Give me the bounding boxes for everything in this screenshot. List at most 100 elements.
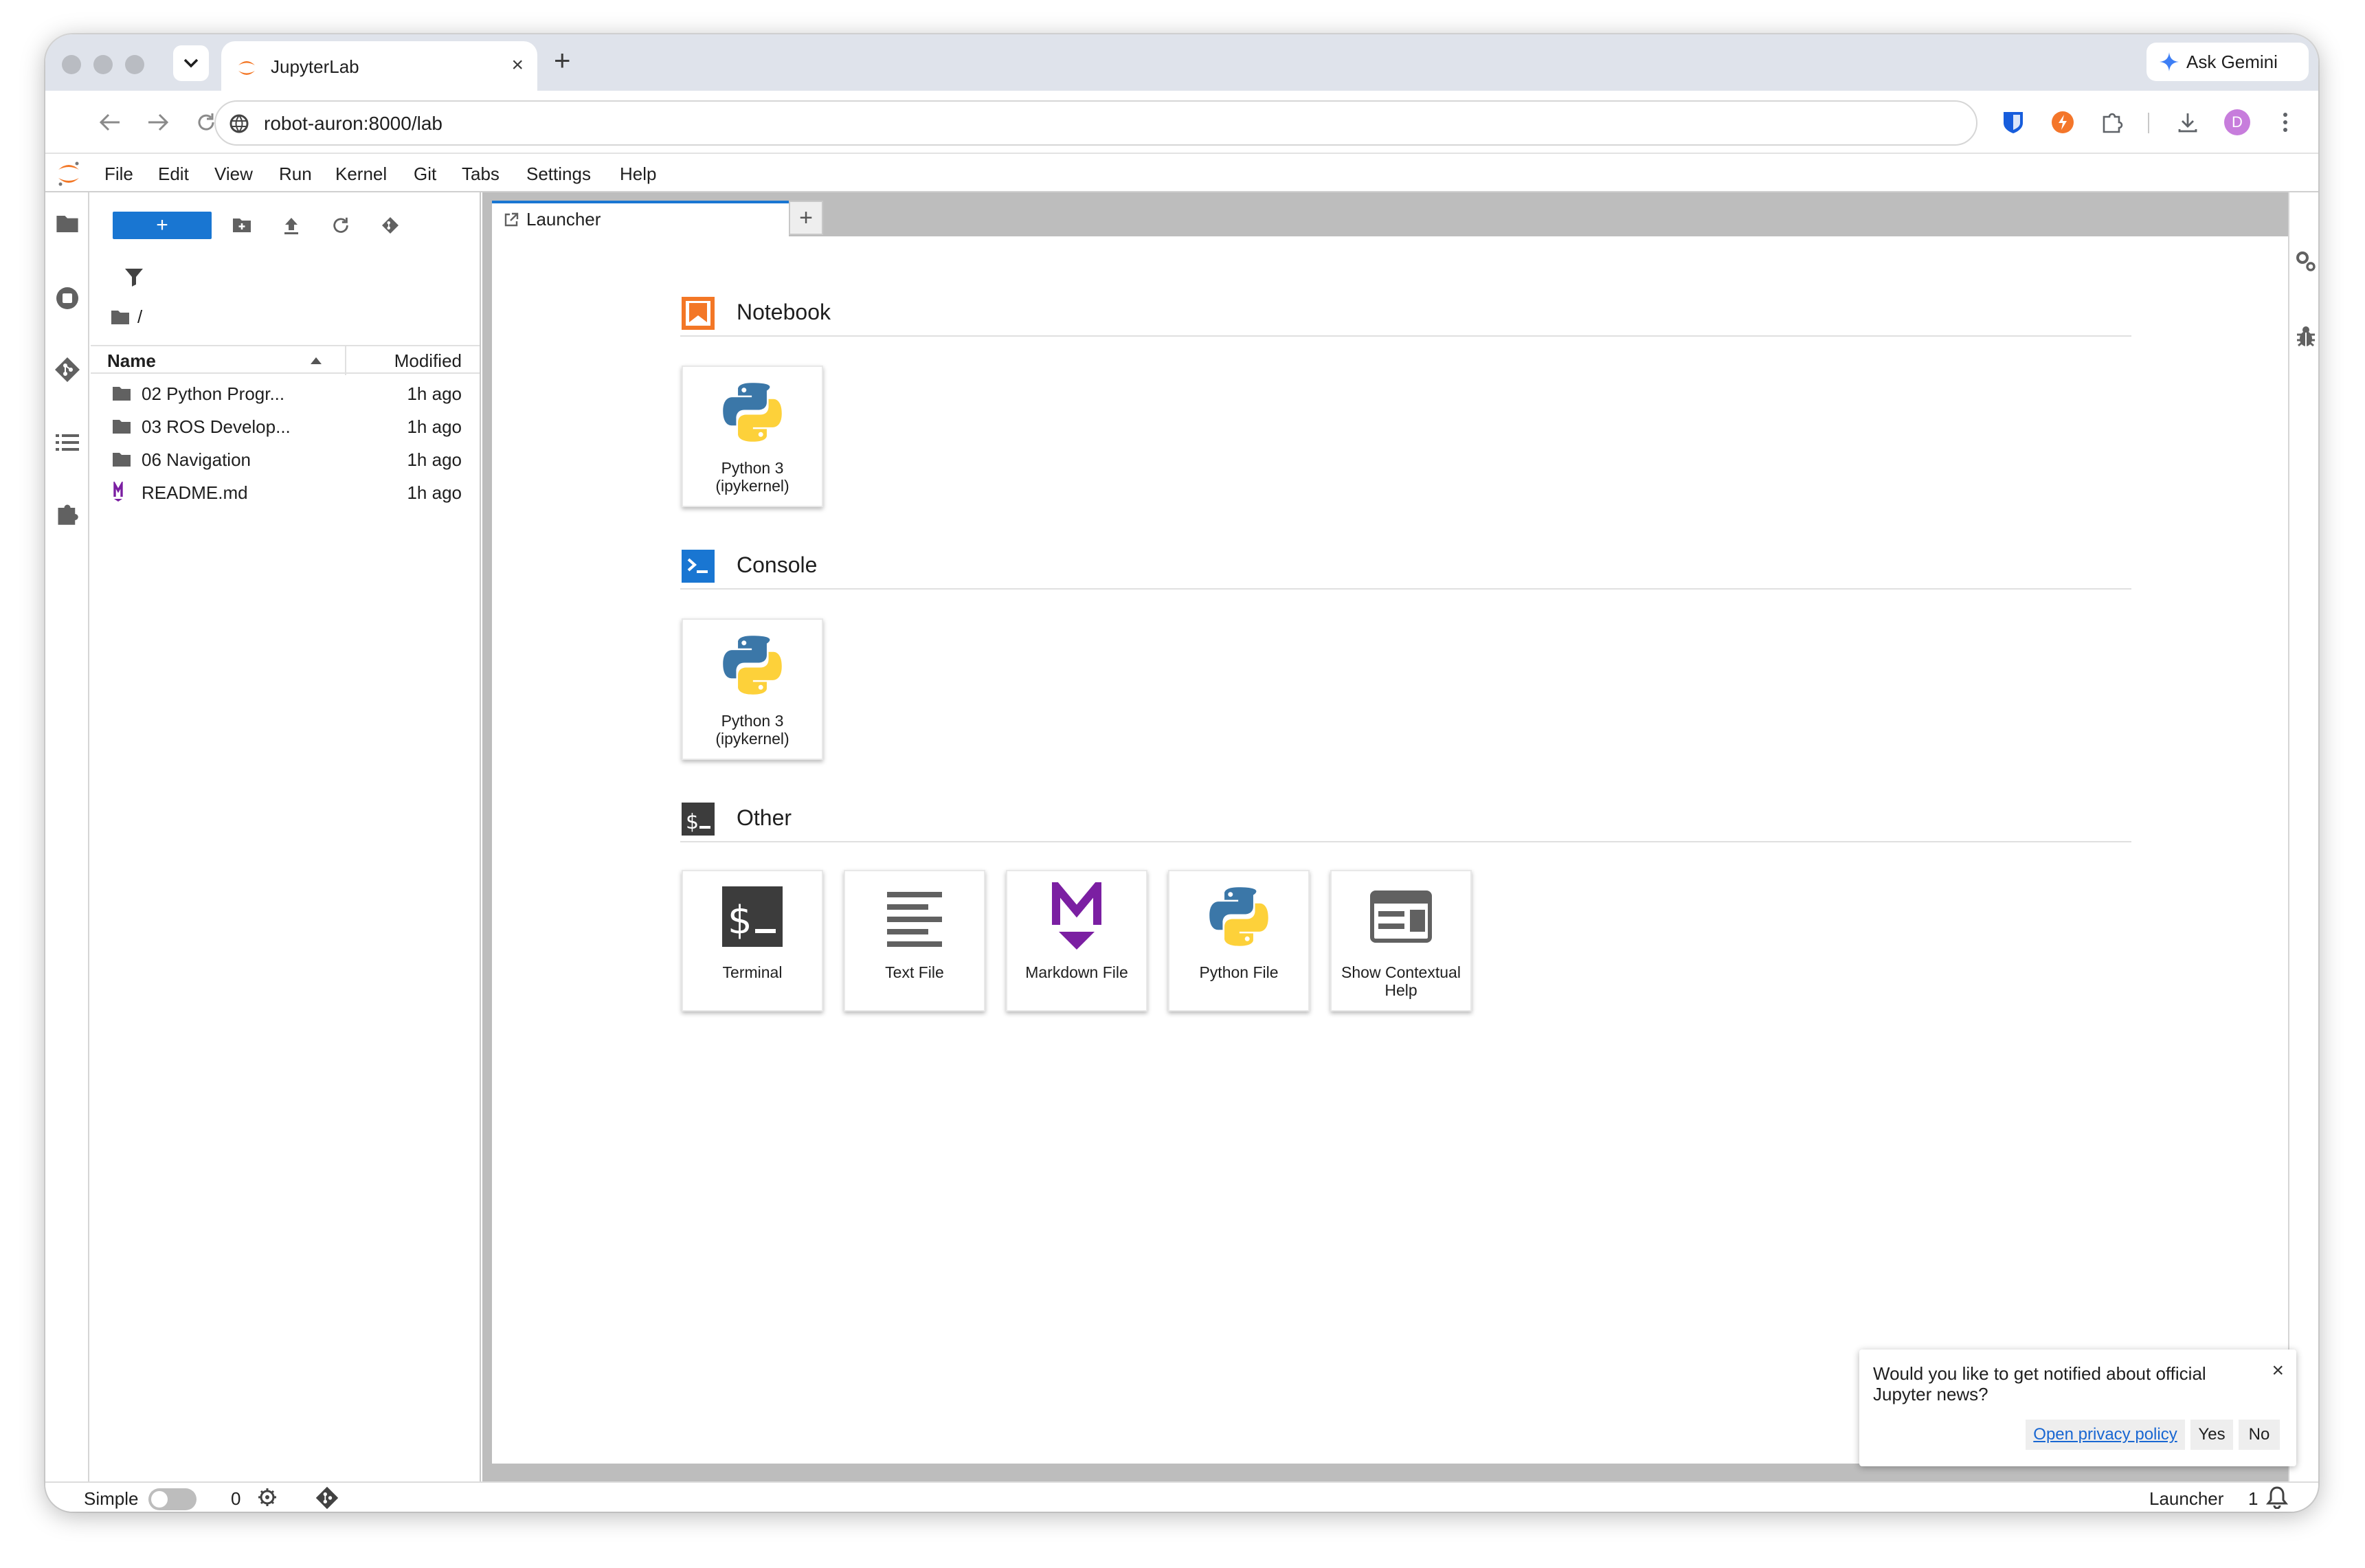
- dock-tab-bar: Launcher +: [482, 192, 2288, 236]
- terminal-card[interactable]: $ Terminal: [682, 870, 823, 1011]
- notification-count[interactable]: 1: [2248, 1488, 2258, 1510]
- refresh-icon[interactable]: [327, 212, 355, 239]
- close-tab-icon[interactable]: ×: [511, 54, 524, 77]
- launcher-panel: Notebook Python 3 (ipykernel) Console Py…: [492, 236, 2311, 1464]
- column-divider[interactable]: [345, 346, 346, 375]
- forward-arrow-icon[interactable]: [142, 106, 175, 139]
- file-browser-panel: + / Name Modified 02 Python Progr... 1h: [91, 192, 481, 1481]
- file-name: README.md: [142, 482, 248, 503]
- file-row[interactable]: 03 ROS Develop... 1h ago: [91, 410, 480, 443]
- breadcrumb-root[interactable]: /: [137, 306, 142, 328]
- browser-tab-jupyterlab[interactable]: JupyterLab ×: [221, 41, 537, 91]
- close-notification-icon[interactable]: ×: [2272, 1359, 2284, 1382]
- menu-view[interactable]: View: [214, 164, 253, 185]
- property-inspector-gears-icon[interactable]: [2292, 247, 2318, 275]
- new-folder-icon[interactable]: [228, 212, 256, 239]
- new-launcher-button[interactable]: +: [113, 212, 212, 239]
- close-window-dot[interactable]: [62, 55, 81, 74]
- card-label: Python File: [1199, 963, 1279, 981]
- ask-gemini-label: Ask Gemini: [2186, 51, 2278, 72]
- file-browser-folder-icon[interactable]: [54, 210, 81, 238]
- card-label: Markdown File: [1025, 963, 1128, 981]
- notification-yes-button[interactable]: Yes: [2190, 1420, 2233, 1450]
- menu-edit[interactable]: Edit: [158, 164, 189, 185]
- column-modified-header[interactable]: Modified: [394, 350, 462, 372]
- right-sidebar: [2288, 192, 2318, 1481]
- address-bar[interactable]: robot-auron:8000/lab: [214, 100, 1977, 146]
- notebook-python3-card[interactable]: Python 3 (ipykernel): [682, 366, 823, 507]
- folder-icon: [111, 451, 132, 469]
- jupyter-favicon-icon: [238, 61, 255, 75]
- tab-launcher[interactable]: Launcher: [492, 201, 789, 236]
- extension-orange-icon[interactable]: [2048, 107, 2078, 137]
- svg-text:$: $: [686, 810, 699, 834]
- url-text: robot-auron:8000/lab: [264, 113, 442, 134]
- browser-tab-strip: JupyterLab × + Ask Gemini: [45, 34, 2318, 91]
- simple-mode-toggle[interactable]: [148, 1488, 197, 1510]
- git-clone-icon[interactable]: [377, 212, 404, 239]
- extension-manager-puzzle-icon[interactable]: [54, 500, 81, 528]
- menu-tabs[interactable]: Tabs: [462, 164, 500, 185]
- minimize-window-dot[interactable]: [93, 55, 113, 74]
- table-of-contents-icon[interactable]: [54, 429, 81, 456]
- menu-file[interactable]: File: [104, 164, 133, 185]
- password-manager-icon[interactable]: [1998, 107, 2028, 137]
- markdown-file-card[interactable]: Markdown File: [1006, 870, 1147, 1011]
- text-file-card[interactable]: Text File: [844, 870, 985, 1011]
- menu-run[interactable]: Run: [279, 164, 312, 185]
- new-launcher-tab-button[interactable]: +: [789, 201, 823, 235]
- other-section-header: $ Other: [680, 797, 2131, 842]
- site-info-icon[interactable]: [228, 113, 250, 135]
- notification-message: Would you like to get notified about off…: [1873, 1363, 2206, 1404]
- menu-help[interactable]: Help: [620, 164, 656, 185]
- debugger-bug-icon[interactable]: [2292, 323, 2318, 350]
- running-kernels-count[interactable]: 0: [231, 1488, 240, 1510]
- file-modified: 1h ago: [407, 449, 462, 470]
- toolbar-divider: [2148, 113, 2149, 133]
- breadcrumb-folder-icon[interactable]: [110, 309, 131, 326]
- ask-gemini-button[interactable]: Ask Gemini: [2147, 43, 2309, 81]
- file-row[interactable]: 06 Navigation 1h ago: [91, 443, 480, 475]
- active-tab-label: Launcher: [2149, 1488, 2224, 1509]
- filter-icon[interactable]: [122, 265, 146, 289]
- contextual-help-card[interactable]: Show Contextual Help: [1330, 870, 1472, 1011]
- notification-no-button[interactable]: No: [2239, 1420, 2280, 1450]
- terminal-icon: $: [717, 881, 788, 952]
- extensions-puzzle-icon[interactable]: [2097, 107, 2127, 137]
- upload-icon[interactable]: [278, 212, 305, 239]
- jupyter-menubar: File Edit View Run Kernel Git Tabs Setti…: [45, 154, 2318, 192]
- browser-menu-icon[interactable]: [2270, 107, 2300, 137]
- new-tab-button[interactable]: +: [554, 44, 571, 77]
- notebook-section-title: Notebook: [737, 300, 831, 324]
- chevron-down-icon: [183, 58, 199, 68]
- python-icon: [717, 377, 788, 448]
- tab-search-button[interactable]: [173, 45, 209, 81]
- card-label: Show Contextual Help: [1341, 963, 1461, 999]
- console-section-title: Console: [737, 552, 818, 577]
- maximize-window-dot[interactable]: [125, 55, 144, 74]
- file-row[interactable]: README.md 1h ago: [91, 475, 480, 508]
- python-file-card[interactable]: Python File: [1168, 870, 1310, 1011]
- other-icon: $: [682, 803, 715, 836]
- column-name-header[interactable]: Name: [107, 350, 156, 372]
- file-row[interactable]: 02 Python Progr... 1h ago: [91, 377, 480, 410]
- console-python3-card[interactable]: Python 3 (ipykernel): [682, 618, 823, 760]
- notification-bell-icon[interactable]: [2265, 1486, 2289, 1512]
- file-name: 02 Python Progr...: [142, 383, 285, 404]
- git-icon[interactable]: [54, 356, 81, 383]
- privacy-policy-link[interactable]: Open privacy policy: [2033, 1425, 2177, 1444]
- menu-settings[interactable]: Settings: [526, 164, 591, 185]
- toggle-knob: [151, 1491, 168, 1508]
- breadcrumb: /: [110, 306, 142, 328]
- markdown-icon: [1041, 881, 1112, 952]
- open-privacy-policy-button[interactable]: Open privacy policy: [2026, 1420, 2185, 1450]
- back-arrow-icon[interactable]: [93, 106, 126, 139]
- kernel-gear-icon[interactable]: [257, 1487, 278, 1512]
- menu-git[interactable]: Git: [414, 164, 436, 185]
- profile-avatar[interactable]: D: [2222, 107, 2252, 137]
- file-modified: 1h ago: [407, 416, 462, 437]
- download-icon[interactable]: [2173, 107, 2203, 137]
- git-status-icon[interactable]: [315, 1486, 339, 1512]
- menu-kernel[interactable]: Kernel: [335, 164, 387, 185]
- running-terminals-kernels-icon[interactable]: [54, 284, 81, 312]
